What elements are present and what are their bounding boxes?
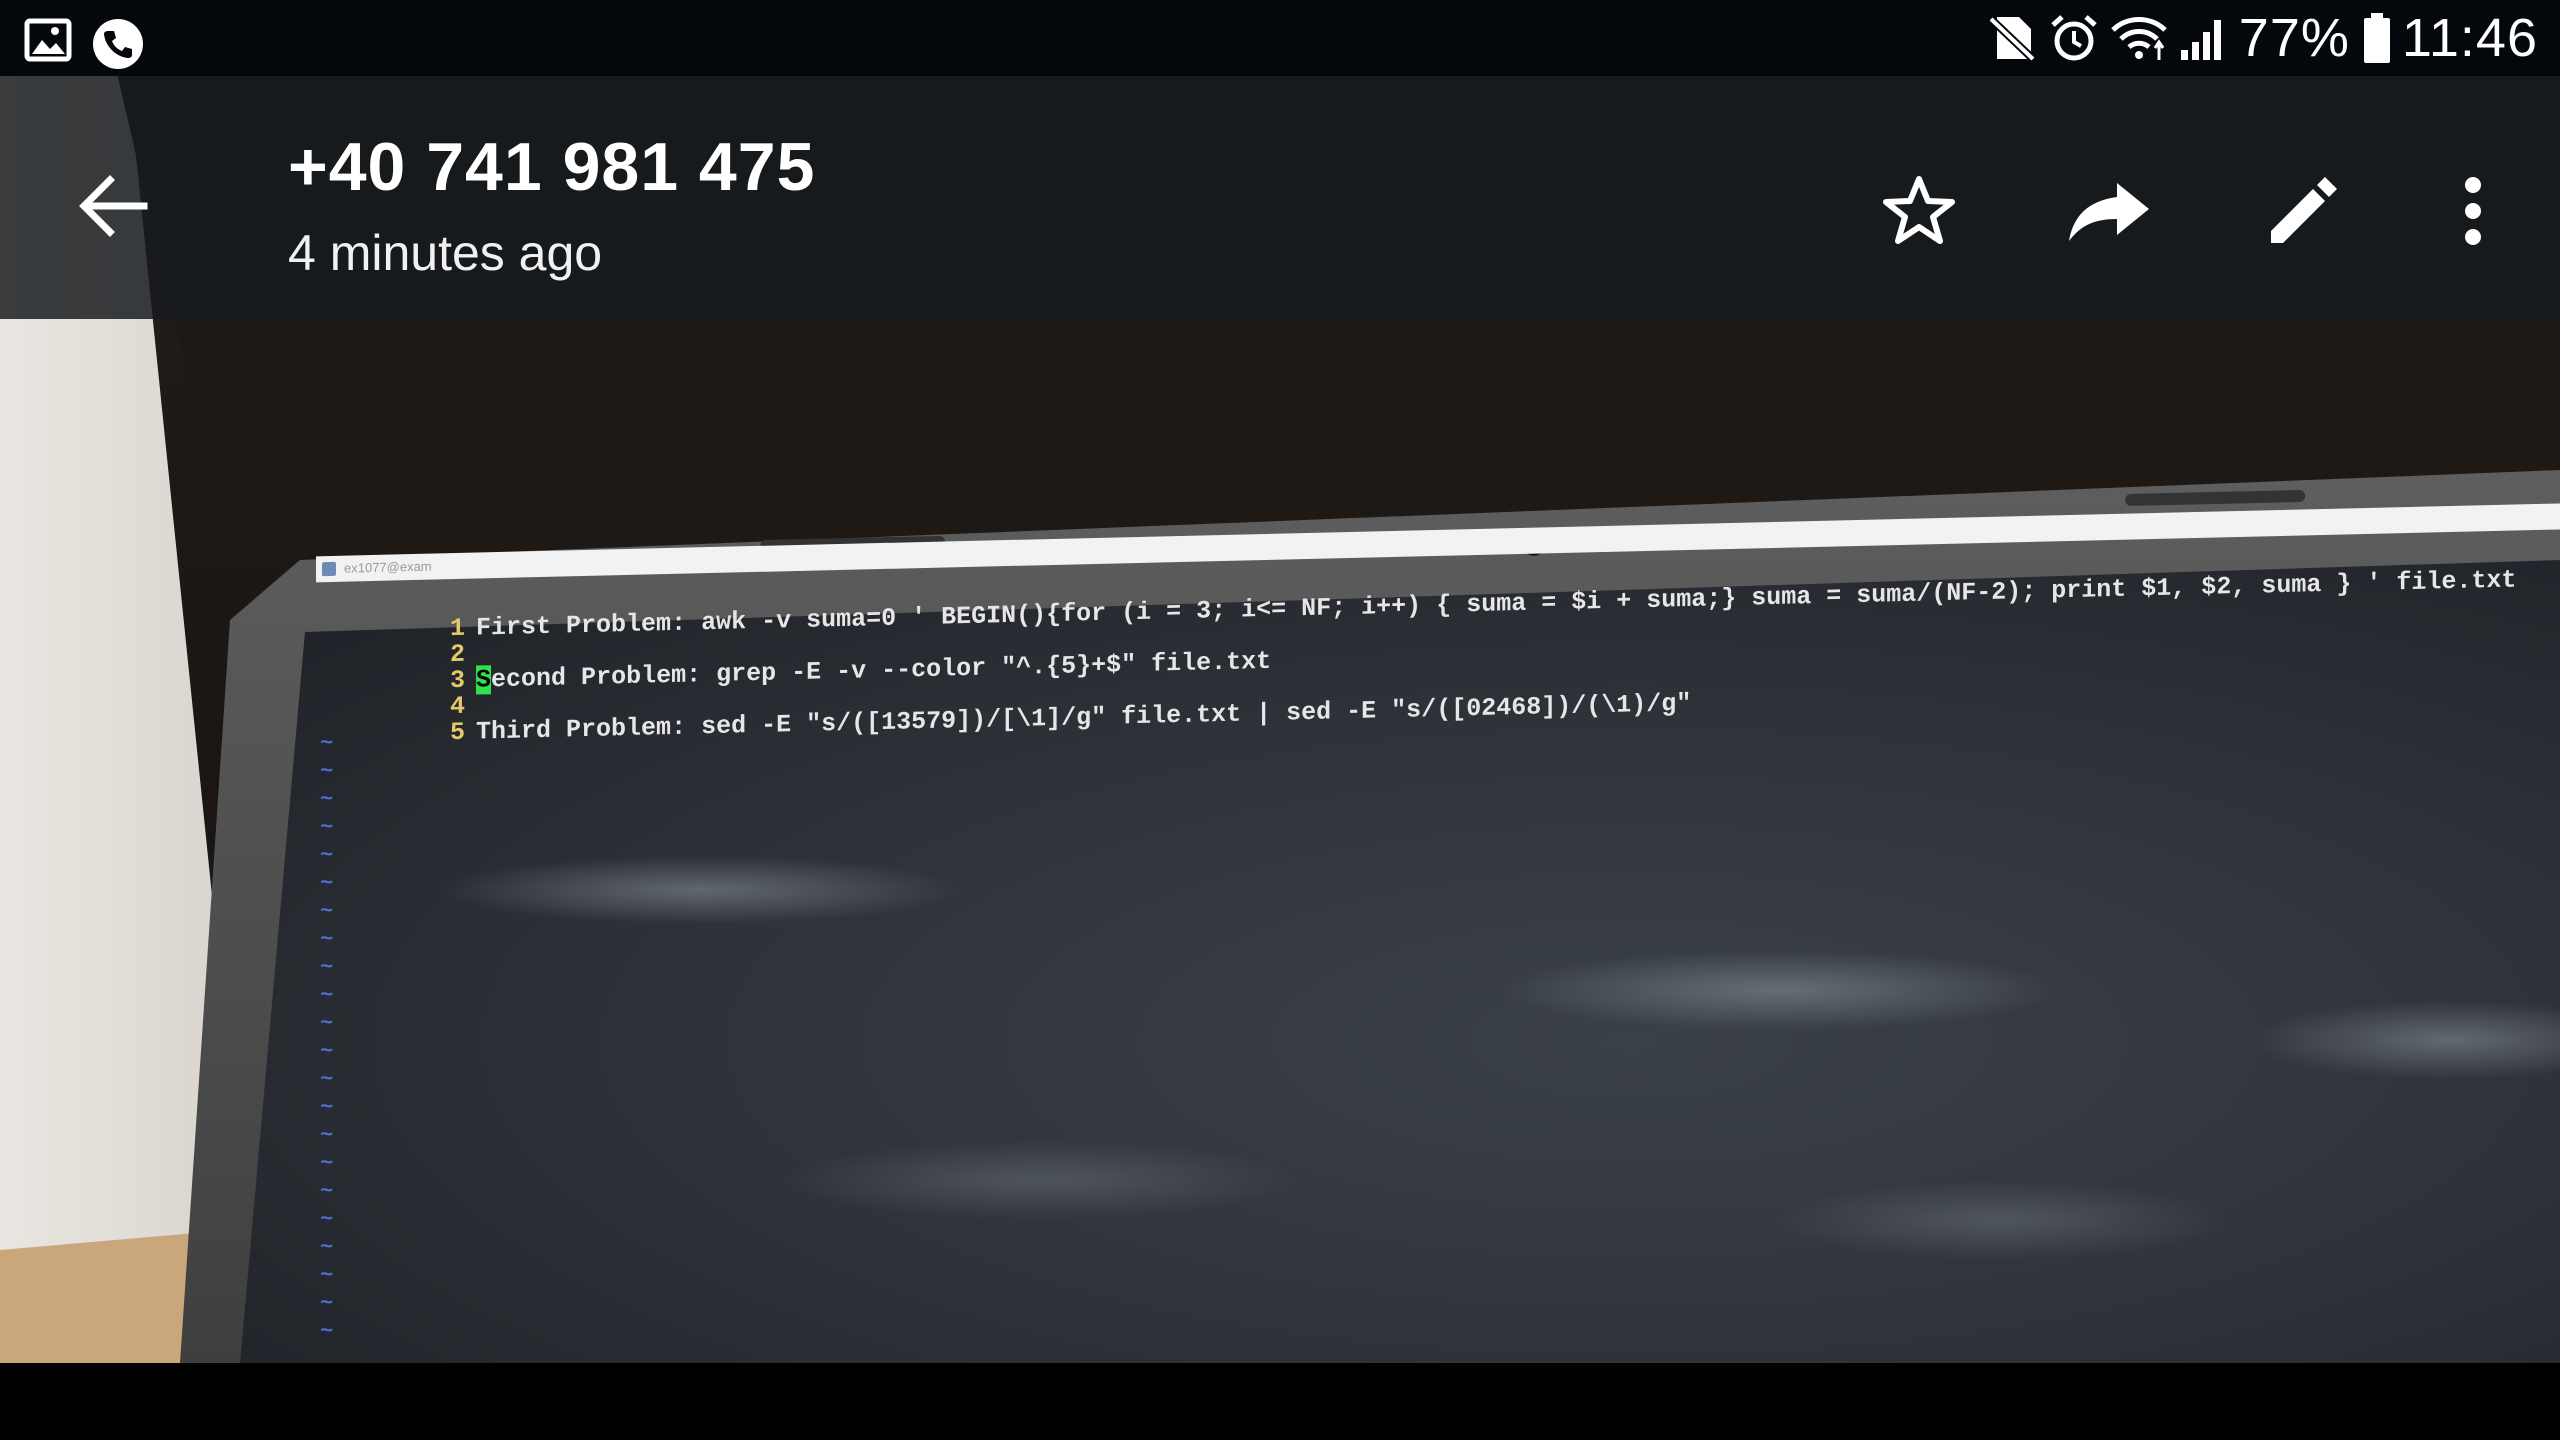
empty-line-marker: ~ [320, 814, 334, 841]
empty-line-marker: ~ [320, 1150, 334, 1177]
favorite-button[interactable] [1864, 156, 1974, 266]
empty-line-marker: ~ [320, 1122, 334, 1149]
viewer-app-bar: +40 741 981 475 4 minutes ago [0, 76, 2560, 319]
empty-line-marker: ~ [320, 898, 334, 925]
status-bar-right: 77% 11:46 [1975, 0, 2538, 76]
more-options-button[interactable] [2418, 156, 2528, 266]
empty-line-marker: ~ [320, 1010, 334, 1037]
empty-line-marker: ~ [320, 982, 334, 1009]
share-button[interactable] [2054, 156, 2164, 266]
back-button[interactable] [62, 156, 162, 256]
empty-line-marker: ~ [320, 786, 334, 813]
empty-line-marker: ~ [320, 1234, 334, 1261]
battery-percent: 77% [2238, 8, 2350, 68]
alarm-icon [2049, 13, 2099, 63]
edit-button[interactable] [2248, 156, 2358, 266]
status-bar: 77% 11:46 [0, 0, 2560, 76]
back-arrow-icon [79, 175, 148, 237]
line-text: Third Problem: sed -E "s/([13579])/[\1]/… [476, 688, 1692, 747]
empty-line-marker: ~ [320, 954, 334, 981]
empty-line-marker: ~ [320, 1318, 334, 1345]
terminal-app-icon [322, 561, 336, 577]
navigation-bar-area [0, 1363, 2560, 1440]
clock: 11:46 [2401, 8, 2538, 68]
star-icon [1883, 176, 1955, 244]
contact-title: +40 741 981 475 [288, 129, 816, 205]
empty-line-marker: ~ [320, 1066, 334, 1093]
edit-icon [2271, 177, 2337, 243]
timestamp-subtitle: 4 minutes ago [288, 225, 603, 281]
gallery-icon [24, 18, 72, 67]
phone-call-icon [92, 18, 144, 75]
wifi-icon [2111, 14, 2167, 62]
terminal-window: ex1077@exam 1 First Problem: awk -v suma=… [316, 502, 2560, 1363]
empty-line-marker: ~ [320, 1206, 334, 1233]
gallery-viewer: ex1077@exam 1 First Problem: awk -v suma=… [0, 0, 2560, 1440]
no-sim-icon [1987, 13, 2037, 63]
share-icon [2069, 183, 2149, 241]
more-vert-icon [2465, 177, 2481, 245]
battery-icon [2362, 12, 2392, 64]
terminal-title: ex1077@exam [344, 558, 432, 576]
empty-line-marker: ~ [320, 842, 334, 869]
empty-line-marker: ~ [320, 870, 334, 897]
empty-line-marker: ~ [320, 1178, 334, 1205]
empty-line-marker: ~ [320, 1262, 334, 1289]
signal-icon [2179, 14, 2229, 62]
empty-line-marker: ~ [320, 1038, 334, 1065]
empty-line-marker: ~ [320, 1290, 334, 1317]
empty-line-marker: ~ [320, 758, 334, 785]
empty-line-marker: ~ [320, 730, 334, 757]
empty-line-marker: ~ [320, 926, 334, 953]
empty-line-marker: ~ [320, 1094, 334, 1121]
line-number: 5 [450, 717, 466, 748]
